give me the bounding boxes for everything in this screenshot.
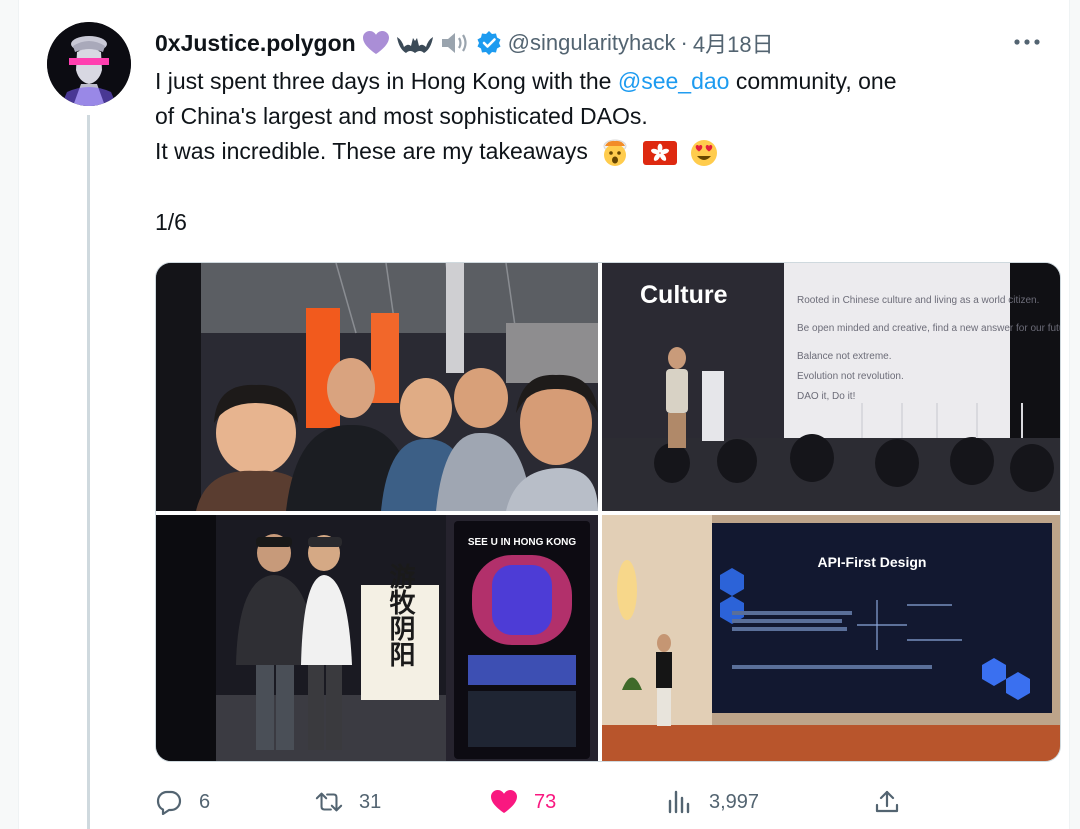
tweet-card[interactable]: 0xJustice.polygon @singularityhack · 4月1…: [18, 0, 1070, 829]
share-icon: [873, 788, 901, 816]
share-button[interactable]: [873, 780, 901, 824]
verified-badge-icon: [476, 30, 502, 56]
slide-title-culture: Culture: [640, 281, 728, 309]
retweet-icon: [315, 788, 343, 816]
tweet-text: I just spent three days in Hong Kong wit…: [155, 64, 1055, 169]
exploding-head-emoji: [600, 138, 630, 168]
photo-group-selfie[interactable]: [156, 263, 598, 511]
views-chart-icon: [665, 788, 693, 816]
author-name[interactable]: 0xJustice.polygon: [155, 30, 356, 57]
calligraphy-banner: 游牧阴阳: [385, 563, 415, 667]
author-handle[interactable]: @singularityhack: [508, 30, 676, 56]
tweet-header: 0xJustice.polygon @singularityhack · 4月1…: [155, 26, 774, 60]
culture-bullet-1: Rooted in Chinese culture and living as …: [797, 295, 1039, 306]
heart-eyes-emoji: [689, 138, 719, 168]
photo-poster-banner[interactable]: 游牧阴阳 SEE U IN HONG KONG: [156, 515, 598, 761]
speaker-icon: [440, 30, 470, 56]
reply-button[interactable]: 6: [155, 780, 210, 824]
bat-icon: [396, 31, 434, 55]
culture-bullet-3: Balance not extreme.: [797, 351, 892, 362]
tweet-text-line3: It was incredible. These are my takeaway…: [155, 138, 588, 164]
culture-bullet-4: Evolution not revolution.: [797, 371, 904, 382]
hong-kong-flag-emoji: [642, 140, 677, 165]
poster-title: SEE U IN HONG KONG: [468, 537, 577, 548]
slide-title-api-first: API-First Design: [818, 554, 927, 570]
culture-bullet-2: Be open minded and creative, find a new …: [797, 323, 1061, 334]
separator-dot: ·: [680, 30, 688, 55]
heart-filled-icon: [490, 788, 518, 816]
media-grid: Culture Rooted in Chinese culture and li…: [155, 262, 1061, 762]
thread-page-count: 1/6: [155, 209, 187, 235]
tweet-text-line2: of China's largest and most sophisticate…: [155, 103, 648, 129]
thread-line: [87, 115, 90, 829]
action-bar: 6 31 73 3,997: [155, 780, 1055, 824]
views-count: 3,997: [709, 790, 760, 813]
tweet-date[interactable]: 4月18日: [693, 27, 774, 59]
culture-bullet-5: DAO it, Do it!: [797, 391, 855, 402]
photo-api-first-talk[interactable]: API-First Design: [602, 515, 1060, 761]
views-button[interactable]: 3,997: [665, 780, 759, 824]
avatar[interactable]: [47, 22, 131, 106]
reply-count: 6: [199, 790, 211, 813]
tweet-text-line1-pre: I just spent three days in Hong Kong wit…: [155, 68, 618, 94]
like-count: 73: [534, 790, 557, 813]
mention-link[interactable]: @see_dao: [618, 68, 730, 94]
reply-icon: [155, 788, 183, 816]
like-button[interactable]: 73: [490, 780, 556, 824]
tweet-text-line1-post: community, one: [729, 68, 897, 94]
retweet-count: 31: [359, 790, 382, 813]
photo-culture-presentation[interactable]: Culture Rooted in Chinese culture and li…: [602, 263, 1061, 511]
purple-heart-icon: [362, 30, 390, 56]
more-icon: [1014, 39, 1040, 45]
more-options-button[interactable]: [1009, 28, 1045, 56]
retweet-button[interactable]: 31: [315, 780, 381, 824]
